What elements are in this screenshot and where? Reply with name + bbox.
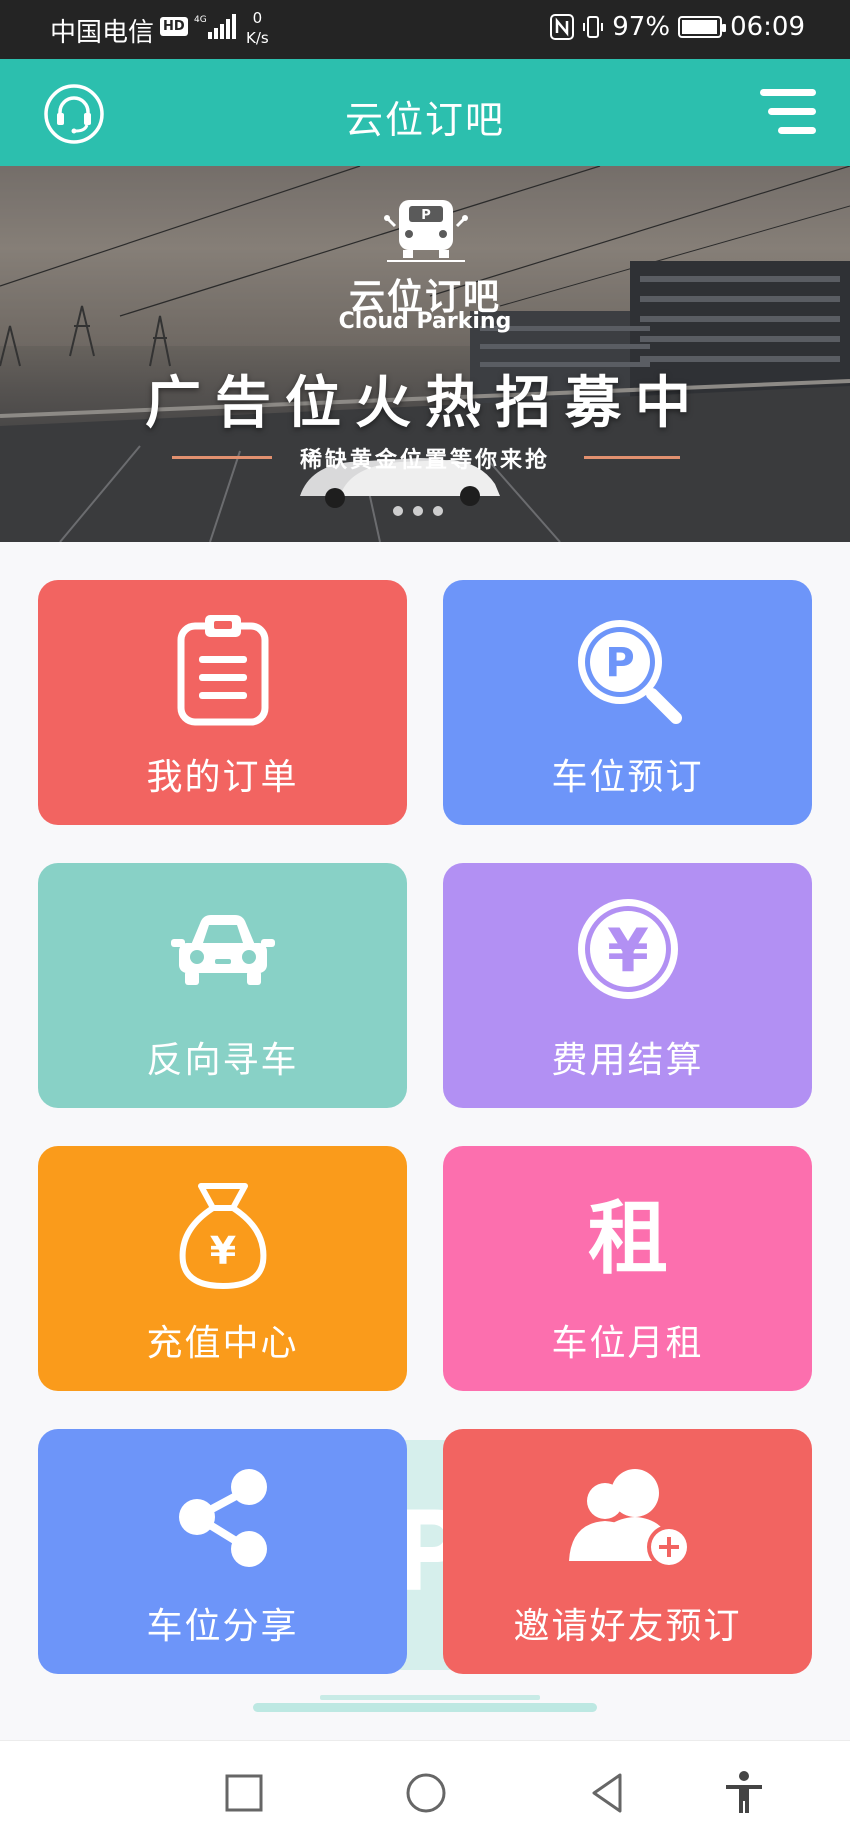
accessibility-icon[interactable] <box>720 1769 768 1817</box>
square-icon[interactable] <box>220 1769 268 1817</box>
triangle-back-icon[interactable] <box>584 1769 632 1817</box>
banner-divider-right <box>584 456 680 459</box>
banner-brand-english: Cloud Parking <box>338 309 512 334</box>
yen-circle-icon: ¥ <box>577 899 678 999</box>
circle-icon[interactable] <box>402 1769 450 1817</box>
parking-reservation-tile[interactable]: P 车位预订 <box>443 580 812 825</box>
yen-symbol: ¥ <box>607 916 649 986</box>
speed-unit: K/s <box>246 29 269 47</box>
invite-friends-tile[interactable]: 邀请好友预订 <box>443 1429 812 1674</box>
battery-percent: 97% <box>612 12 671 42</box>
status-bar: 中国电信 HD 4G 0 K/s 97% 06:09 <box>0 0 850 59</box>
recharge-center-tile[interactable]: ¥ 充值中心 <box>38 1146 407 1391</box>
yen-symbol: ¥ <box>209 1229 235 1273</box>
carousel-dot[interactable] <box>413 506 423 516</box>
share-icon <box>178 1469 267 1567</box>
nfc-icon <box>550 14 575 40</box>
fee-settlement-tile[interactable]: ¥ 费用结算 <box>443 863 812 1108</box>
money-bag-icon: ¥ <box>179 1183 266 1289</box>
battery-icon <box>678 16 727 38</box>
tile-label: 充值中心 <box>146 1323 299 1364</box>
carousel-dot[interactable] <box>393 506 403 516</box>
ad-banner[interactable]: P 云位订吧 Cloud Parking 广告位火热招募中 稀缺黄金位置等你来抢 <box>0 166 850 542</box>
signal-icon: 4G <box>194 14 236 39</box>
system-nav-bar <box>0 1740 850 1842</box>
share-parking-tile[interactable]: 车位分享 <box>38 1429 407 1674</box>
speed-value: 0 <box>252 9 263 27</box>
clock: 06:09 <box>730 12 805 42</box>
my-orders-tile[interactable]: 我的订单 <box>38 580 407 825</box>
logo-letter: P <box>421 208 431 223</box>
watermark-base <box>253 1703 597 1712</box>
network-type: 4G <box>194 15 207 25</box>
carrier-label: 中国电信 <box>50 18 155 48</box>
hd-badge: HD <box>160 17 188 36</box>
car-icon <box>170 915 275 985</box>
parking-car-logo: P <box>384 200 468 262</box>
monthly-rent-tile[interactable]: 租 车位月租 <box>443 1146 812 1391</box>
banner-subline: 稀缺黄金位置等你来抢 <box>299 448 550 473</box>
tile-label: 邀请好友预订 <box>513 1606 742 1647</box>
find-car-tile[interactable]: 反向寻车 <box>38 863 407 1108</box>
tile-label: 费用结算 <box>551 1040 704 1081</box>
tile-label: 车位预订 <box>551 757 704 798</box>
menu-icon[interactable] <box>754 85 816 139</box>
rent-icon: 租 <box>588 1192 668 1285</box>
status-right: 97% 06:09 <box>550 12 805 42</box>
rent-character: 租 <box>588 1192 668 1285</box>
vibrate-icon <box>583 16 604 38</box>
parking-search-icon: P <box>577 620 682 724</box>
tile-label: 我的订单 <box>146 757 299 798</box>
clipboard-icon <box>177 615 268 726</box>
app-header: 云位订吧 <box>0 59 850 166</box>
carousel-indicator <box>393 506 443 516</box>
parking-letter: P <box>605 640 634 686</box>
carousel-dot[interactable] <box>433 506 443 516</box>
page-title: 云位订吧 <box>344 98 505 142</box>
network-speed: 0 K/s <box>246 8 269 48</box>
invite-friends-icon <box>568 1469 691 1569</box>
tile-label: 车位月租 <box>551 1323 704 1364</box>
tile-label: 车位分享 <box>146 1606 299 1647</box>
tile-label: 反向寻车 <box>146 1040 299 1081</box>
banner-headline: 广告位火热招募中 <box>145 371 705 436</box>
